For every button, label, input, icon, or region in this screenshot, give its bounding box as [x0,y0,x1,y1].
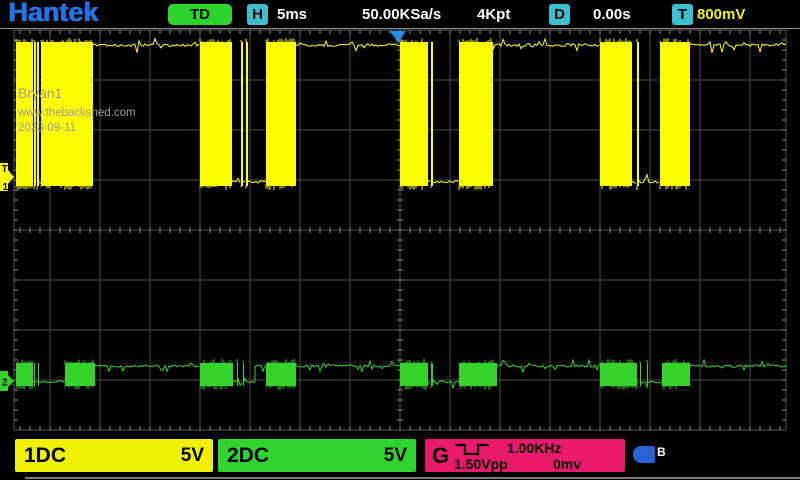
waveform-traces [16,38,786,390]
generator-offset: 0mv [553,456,581,472]
ch2-scale: 5V [384,445,407,467]
square-wave-icon [452,442,494,457]
ch1-number: 1 [3,182,9,193]
ch2-level-marker[interactable]: 2 [0,371,14,391]
overlay-website: www.thebackshed.com [18,107,136,119]
generator-label: G [432,439,449,472]
ch2-number: 2 [2,378,8,389]
trace-path [16,359,688,390]
ch1-coupling-label: 1DC [24,444,66,468]
ch2-coupling-label: 2DC [227,444,269,468]
trigger-level-letter: T [2,164,8,175]
ch1-scale: 5V [181,445,204,467]
overlay-date: 2023-09-11 [18,122,76,134]
ch1-badge[interactable]: 1DC 5V [15,439,213,472]
generator-amplitude: 1.50Vpp [454,456,508,472]
generator-frequency: 1.00KHz [507,440,561,456]
usb-device-letter: B [657,445,666,459]
usb-device-icon [633,446,655,463]
waveform-display: T 1 2 [0,0,800,480]
oscilloscope-screen: Hantek TD H 5ms 50.00KSa/s 4Kpt D 0.00s … [0,0,800,480]
ch2-badge[interactable]: 2DC 5V [218,439,416,472]
footer-divider [25,477,800,479]
generator-badge[interactable]: G 1.00KHz 1.50Vpp 0mv [425,439,625,472]
ch1-level-marker[interactable]: T 1 [0,163,14,193]
overlay-username: Bryan1 [18,85,62,101]
